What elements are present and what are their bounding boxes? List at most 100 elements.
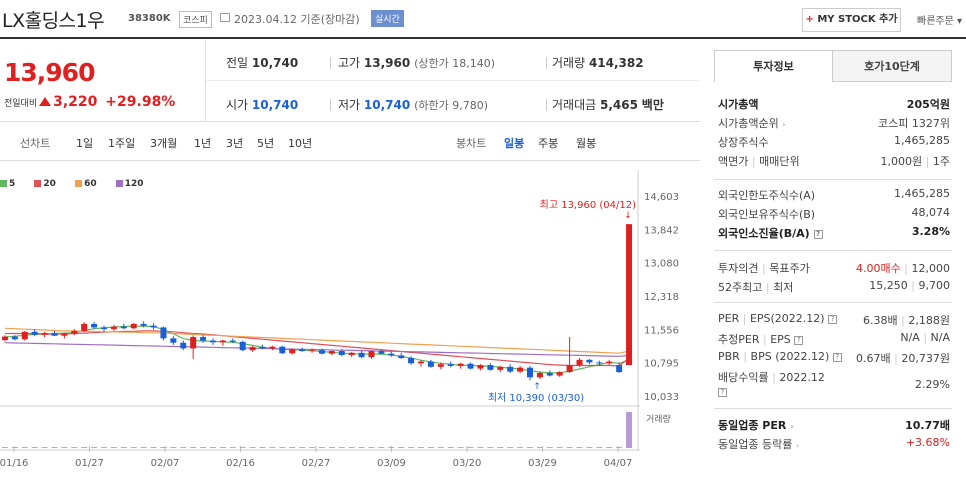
volume-bar xyxy=(130,447,137,448)
volume-bar xyxy=(586,447,593,448)
info-icon[interactable]: ? xyxy=(832,352,842,362)
candle-body xyxy=(586,359,593,363)
separator xyxy=(330,99,331,111)
w52-value: 15,250 | 9,700 xyxy=(869,279,950,292)
volume-bar xyxy=(328,447,335,448)
volume-bar xyxy=(71,447,78,448)
volume-bar xyxy=(457,447,464,448)
tab-daily[interactable]: 일봉 xyxy=(504,135,524,151)
tab-monthly[interactable]: 월봉 xyxy=(576,135,596,151)
tab-line-chart[interactable]: 선차트 xyxy=(20,135,50,151)
industry-per-row: 동일업종 PER › 10.77배 xyxy=(718,417,950,433)
candle-body xyxy=(140,323,147,326)
candle-body xyxy=(576,359,583,366)
est-per-label: 추정PER | EPS ? xyxy=(718,331,804,347)
candle-body xyxy=(239,341,246,351)
tab-invest-info[interactable]: 투자정보 xyxy=(714,50,833,82)
volume-bar xyxy=(279,447,286,448)
open-label: 시가 xyxy=(226,98,249,112)
separator xyxy=(546,57,547,69)
tab-10year[interactable]: 10년 xyxy=(288,135,312,151)
candle-body xyxy=(418,361,425,364)
market-cap-row: 시가총액 205억원 xyxy=(718,96,950,112)
par-row: 액면가 | 매매단위 1,000원 | 1주 xyxy=(718,153,950,169)
volume-label: 거래량 xyxy=(552,56,586,70)
div-value: 2.29% xyxy=(915,378,950,391)
tab-3month[interactable]: 3개월 xyxy=(150,135,177,151)
chevron-right-icon: › xyxy=(782,120,786,129)
volume-bar xyxy=(61,447,68,448)
side-tabs: 투자정보 호가10단계 xyxy=(714,50,952,82)
par-label: 액면가 | 매매단위 xyxy=(718,155,800,168)
volume-bar xyxy=(229,447,236,448)
volume-bar xyxy=(427,447,434,448)
info-icon[interactable]: ? xyxy=(718,387,727,397)
tab-1day[interactable]: 1일 xyxy=(76,135,93,151)
volume-bar xyxy=(120,447,127,448)
volume-bar xyxy=(447,447,454,448)
volume-bar xyxy=(546,447,553,448)
candle-body xyxy=(279,346,286,354)
volume-bar xyxy=(81,447,88,448)
volume-bar xyxy=(269,447,276,448)
realtime-button[interactable]: 실시간 xyxy=(371,10,404,27)
foreign-rate-row: 외국인소진율(B/A) ? 3.28% xyxy=(718,225,950,241)
volume-bar xyxy=(101,447,108,448)
div-row: 배당수익률 | 2022.12? 2.29% xyxy=(718,369,950,403)
stock-header: LX홀딩스1우 38380K 코스피 2023.04.12 기준(장마감) 실시… xyxy=(0,0,966,36)
divider xyxy=(714,408,952,409)
tab-5year[interactable]: 5년 xyxy=(257,135,274,151)
candle-body xyxy=(457,363,464,366)
x-tick-label: 03/09 xyxy=(377,458,406,469)
candle-body xyxy=(269,346,276,349)
tab-1week[interactable]: 1주일 xyxy=(108,135,135,151)
candle-body xyxy=(71,330,78,334)
market-badge: 코스피 xyxy=(179,11,212,28)
lower-limit: (하한가 9,780) xyxy=(414,99,488,112)
industry-rate-label[interactable]: 동일업종 등락률 › xyxy=(718,436,799,452)
info-icon[interactable]: ? xyxy=(828,314,838,324)
volume-bar xyxy=(31,447,38,448)
y-tick-label: 14,603 xyxy=(644,192,679,203)
tab-3year[interactable]: 3년 xyxy=(226,135,243,151)
candle-body xyxy=(626,224,633,366)
shares-value: 1,465,285 xyxy=(894,134,950,147)
tab-1year[interactable]: 1년 xyxy=(194,135,211,151)
separator xyxy=(546,99,547,111)
divider xyxy=(714,179,952,180)
candle-body xyxy=(190,337,197,349)
candle-body xyxy=(61,333,68,336)
volume-bar xyxy=(358,447,365,448)
tab-weekly[interactable]: 주봉 xyxy=(538,135,558,151)
volume-bar xyxy=(160,447,167,448)
volume-bar xyxy=(150,447,157,448)
add-my-stock-button[interactable]: + MY STOCK 추가 xyxy=(802,8,901,32)
industry-rate-value: +3.68% xyxy=(905,436,950,449)
tab-candle-chart[interactable]: 봉차트 xyxy=(456,135,486,151)
amount-label: 거래대금 xyxy=(552,98,597,112)
per-label: PER | EPS(2022.12) ? xyxy=(718,312,838,325)
price-block: 13,960 전일대비 3,220 +29.98% xyxy=(0,39,206,121)
est-per-row: 추정PER | EPS ? N/A | N/A xyxy=(718,331,950,347)
quick-order-button[interactable]: 빠른주문 ▾ xyxy=(917,12,962,27)
change-percent: +29.98% xyxy=(105,94,176,110)
volume-bar xyxy=(616,447,623,448)
candle-body xyxy=(249,347,256,351)
candle-body xyxy=(328,351,335,354)
info-icon[interactable]: ? xyxy=(813,229,823,239)
high-annotation: 최고 13,960 (04/12) xyxy=(540,199,636,211)
market-cap-rank-value: 코스피 1327위 xyxy=(878,117,950,130)
info-icon[interactable]: ? xyxy=(794,335,804,345)
tab-hoga[interactable]: 호가10단계 xyxy=(833,50,952,82)
price-chart[interactable]: 14,603 13,842 13,080 12,318 11,556 10,795 10,0… xyxy=(0,160,700,484)
volume-bar xyxy=(209,447,216,448)
volume-bar xyxy=(487,447,494,448)
market-cap-rank-label[interactable]: 시가총액순위 › xyxy=(718,115,785,131)
candle-body xyxy=(219,340,226,343)
industry-per-label[interactable]: 동일업종 PER › xyxy=(718,417,794,433)
high-value: 13,960 xyxy=(363,56,411,70)
x-tick-label: 02/07 xyxy=(151,458,180,469)
x-tick-label: 02/27 xyxy=(302,458,331,469)
volume-bar xyxy=(398,447,405,448)
ma20-line xyxy=(5,330,630,367)
